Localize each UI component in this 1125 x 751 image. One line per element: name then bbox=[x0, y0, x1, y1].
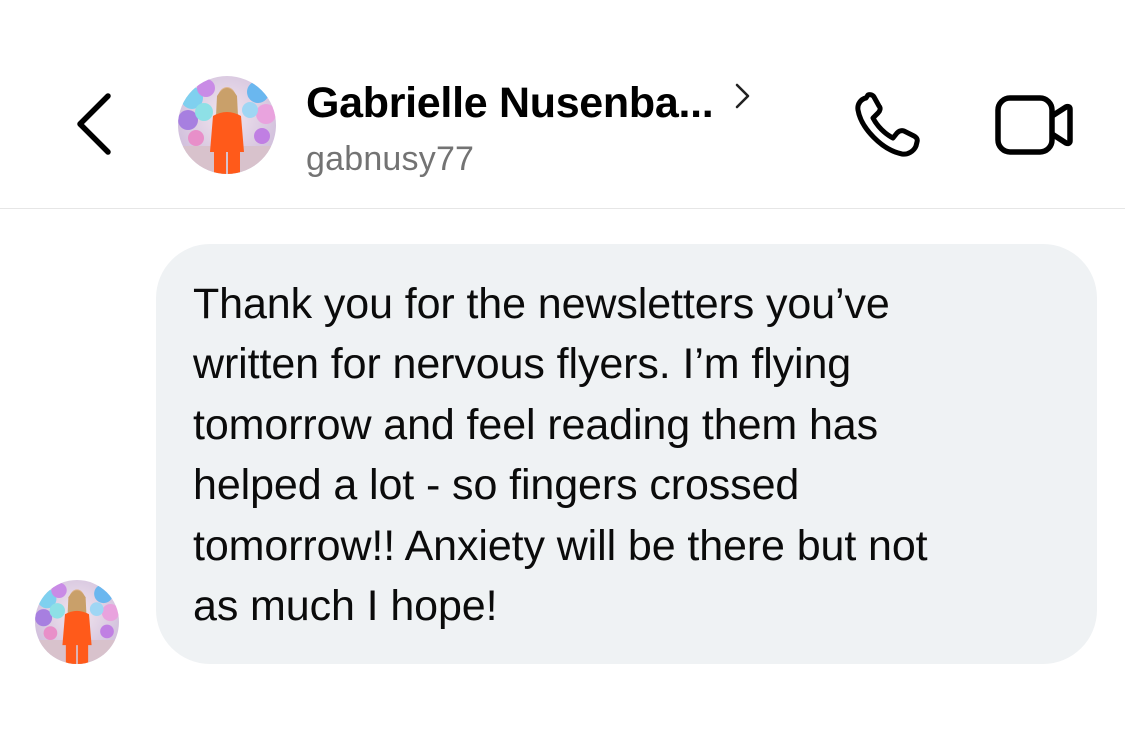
chevron-right-icon bbox=[735, 83, 751, 114]
message-text: Thank you for the newsletters you’ve wri… bbox=[193, 280, 928, 631]
chat-header: Gabrielle Nusenba... gabnusy77 bbox=[0, 0, 1125, 209]
back-button[interactable] bbox=[70, 92, 118, 156]
chevron-left-icon bbox=[77, 93, 111, 155]
video-call-button[interactable] bbox=[994, 92, 1074, 158]
profile-photo bbox=[178, 76, 276, 174]
profile-photo bbox=[35, 580, 119, 664]
contact-username: gabnusy77 bbox=[306, 140, 475, 178]
sender-avatar[interactable] bbox=[35, 580, 119, 664]
phone-icon bbox=[855, 92, 920, 157]
direct-message-screen: Gabrielle Nusenba... gabnusy77 Thank you… bbox=[0, 0, 1125, 751]
video-camera-icon bbox=[995, 95, 1073, 155]
contact-profile-link[interactable]: Gabrielle Nusenba... bbox=[306, 78, 751, 128]
message-bubble[interactable]: Thank you for the newsletters you’ve wri… bbox=[156, 244, 1097, 664]
audio-call-button[interactable] bbox=[852, 90, 928, 160]
contact-name: Gabrielle Nusenba... bbox=[306, 78, 714, 127]
contact-avatar[interactable] bbox=[178, 76, 276, 174]
